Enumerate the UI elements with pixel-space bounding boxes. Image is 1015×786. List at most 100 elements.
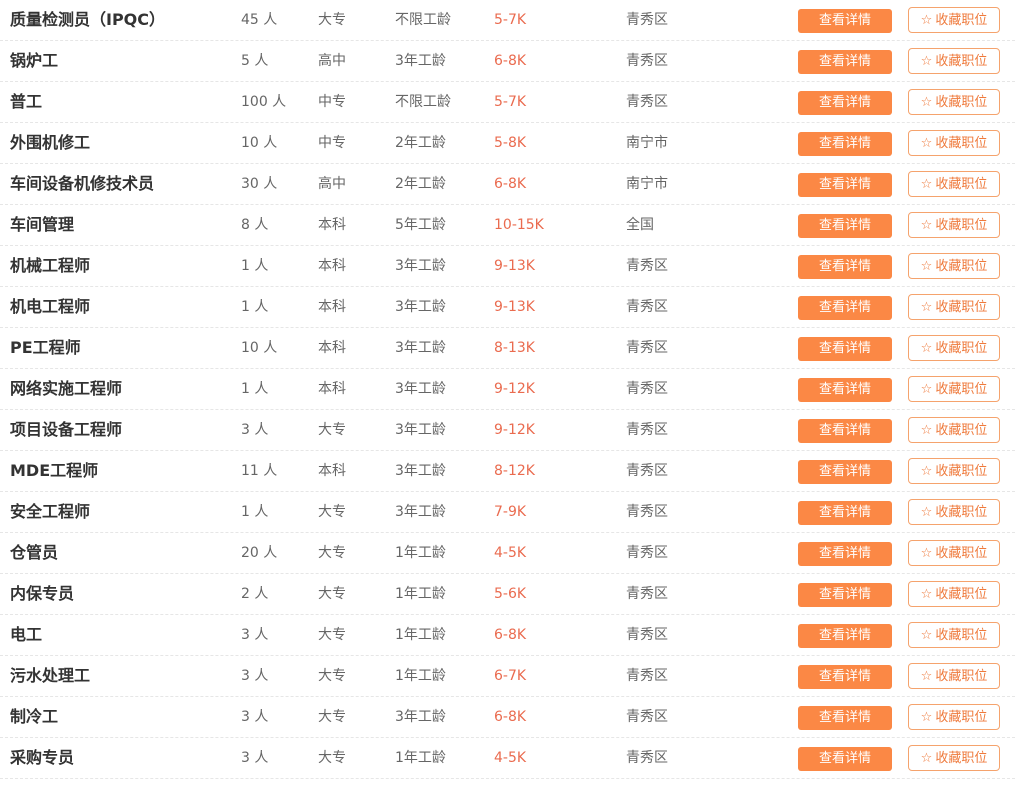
- headcount: 100 人: [241, 94, 287, 110]
- job-title[interactable]: 仓管员: [10, 533, 58, 573]
- job-row: 电工 3 人 大专 1年工龄 6-8K 青秀区 查看详情 ☆ 收藏职位: [0, 615, 1015, 656]
- job-title[interactable]: 机械工程师: [10, 246, 90, 286]
- job-title[interactable]: 网络实施工程师: [10, 369, 122, 409]
- experience-requirement: 3年工龄: [395, 340, 446, 356]
- view-details-button[interactable]: 查看详情: [798, 419, 892, 443]
- experience-requirement: 1年工龄: [395, 545, 446, 561]
- favorite-job-button[interactable]: ☆ 收藏职位: [908, 48, 1000, 74]
- favorite-job-button[interactable]: ☆ 收藏职位: [908, 171, 1000, 197]
- favorite-job-button[interactable]: ☆ 收藏职位: [908, 253, 1000, 279]
- favorite-job-button[interactable]: ☆ 收藏职位: [908, 663, 1000, 689]
- favorite-job-label: 收藏职位: [935, 546, 988, 561]
- job-title[interactable]: 项目设备工程师: [10, 410, 122, 450]
- favorite-job-button[interactable]: ☆ 收藏职位: [908, 499, 1000, 525]
- experience-requirement: 1年工龄: [395, 627, 446, 643]
- headcount: 3 人: [241, 668, 269, 684]
- view-details-button[interactable]: 查看详情: [798, 542, 892, 566]
- job-title[interactable]: MDE工程师: [10, 451, 98, 491]
- experience-requirement: 3年工龄: [395, 709, 446, 725]
- star-outline-icon: ☆: [920, 95, 933, 110]
- star-outline-icon: ☆: [920, 751, 933, 766]
- favorite-job-label: 收藏职位: [935, 464, 988, 479]
- view-details-button[interactable]: 查看详情: [798, 624, 892, 648]
- view-details-button[interactable]: 查看详情: [798, 501, 892, 525]
- salary-range: 8-12K: [494, 463, 535, 479]
- view-details-button[interactable]: 查看详情: [798, 296, 892, 320]
- work-location: 青秀区: [626, 299, 668, 315]
- favorite-job-button[interactable]: ☆ 收藏职位: [908, 745, 1000, 771]
- job-title[interactable]: 车间管理: [10, 205, 74, 245]
- salary-range: 6-8K: [494, 176, 527, 192]
- education-requirement: 大专: [318, 545, 346, 561]
- job-row: MDE工程师 11 人 本科 3年工龄 8-12K 青秀区 查看详情 ☆ 收藏职位: [0, 451, 1015, 492]
- job-title[interactable]: 锅炉工: [10, 41, 58, 81]
- favorite-job-label: 收藏职位: [935, 136, 988, 151]
- job-title[interactable]: 质量检测员（IPQC）: [10, 0, 165, 40]
- favorite-job-button[interactable]: ☆ 收藏职位: [908, 212, 1000, 238]
- favorite-job-button[interactable]: ☆ 收藏职位: [908, 622, 1000, 648]
- view-details-button[interactable]: 查看详情: [798, 173, 892, 197]
- education-requirement: 中专: [318, 94, 346, 110]
- favorite-job-button[interactable]: ☆ 收藏职位: [908, 7, 1000, 33]
- favorite-job-label: 收藏职位: [935, 95, 988, 110]
- salary-range: 6-8K: [494, 53, 527, 69]
- experience-requirement: 3年工龄: [395, 299, 446, 315]
- favorite-job-button[interactable]: ☆ 收藏职位: [908, 376, 1000, 402]
- headcount: 3 人: [241, 709, 269, 725]
- favorite-job-label: 收藏职位: [935, 669, 988, 684]
- job-title[interactable]: 安全工程师: [10, 492, 90, 532]
- job-row: 采购专员 3 人 大专 1年工龄 4-5K 青秀区 查看详情 ☆ 收藏职位: [0, 738, 1015, 779]
- work-location: 青秀区: [626, 422, 668, 438]
- job-title[interactable]: 车间设备机修技术员: [10, 164, 154, 204]
- view-details-button[interactable]: 查看详情: [798, 583, 892, 607]
- job-title[interactable]: 采购专员: [10, 738, 74, 778]
- job-title[interactable]: 电工: [10, 615, 42, 655]
- view-details-button[interactable]: 查看详情: [798, 706, 892, 730]
- education-requirement: 中专: [318, 135, 346, 151]
- job-title[interactable]: 制冷工: [10, 697, 58, 737]
- favorite-job-button[interactable]: ☆ 收藏职位: [908, 130, 1000, 156]
- headcount: 1 人: [241, 504, 269, 520]
- favorite-job-label: 收藏职位: [935, 751, 988, 766]
- headcount: 10 人: [241, 135, 278, 151]
- job-title[interactable]: 机电工程师: [10, 287, 90, 327]
- job-row: 安全工程师 1 人 大专 3年工龄 7-9K 青秀区 查看详情 ☆ 收藏职位: [0, 492, 1015, 533]
- view-details-button[interactable]: 查看详情: [798, 214, 892, 238]
- view-details-button[interactable]: 查看详情: [798, 9, 892, 33]
- view-details-button[interactable]: 查看详情: [798, 378, 892, 402]
- work-location: 南宁市: [626, 135, 668, 151]
- job-title[interactable]: PE工程师: [10, 328, 81, 368]
- view-details-button[interactable]: 查看详情: [798, 747, 892, 771]
- favorite-job-button[interactable]: ☆ 收藏职位: [908, 335, 1000, 361]
- favorite-job-button[interactable]: ☆ 收藏职位: [908, 89, 1000, 115]
- headcount: 30 人: [241, 176, 278, 192]
- job-title[interactable]: 普工: [10, 82, 42, 122]
- view-details-button[interactable]: 查看详情: [798, 50, 892, 74]
- view-details-button[interactable]: 查看详情: [798, 91, 892, 115]
- favorite-job-button[interactable]: ☆ 收藏职位: [908, 540, 1000, 566]
- job-title[interactable]: 污水处理工: [10, 656, 90, 696]
- work-location: 青秀区: [626, 504, 668, 520]
- education-requirement: 大专: [318, 750, 346, 766]
- favorite-job-button[interactable]: ☆ 收藏职位: [908, 704, 1000, 730]
- favorite-job-label: 收藏职位: [935, 341, 988, 356]
- favorite-job-button[interactable]: ☆ 收藏职位: [908, 294, 1000, 320]
- salary-range: 5-6K: [494, 586, 527, 602]
- job-row: 机电工程师 1 人 本科 3年工龄 9-13K 青秀区 查看详情 ☆ 收藏职位: [0, 287, 1015, 328]
- view-details-button[interactable]: 查看详情: [798, 132, 892, 156]
- favorite-job-button[interactable]: ☆ 收藏职位: [908, 581, 1000, 607]
- view-details-button[interactable]: 查看详情: [798, 665, 892, 689]
- favorite-job-button[interactable]: ☆ 收藏职位: [908, 458, 1000, 484]
- job-title[interactable]: 外围机修工: [10, 123, 90, 163]
- job-row: 锅炉工 5 人 高中 3年工龄 6-8K 青秀区 查看详情 ☆ 收藏职位: [0, 41, 1015, 82]
- view-details-button[interactable]: 查看详情: [798, 337, 892, 361]
- experience-requirement: 3年工龄: [395, 422, 446, 438]
- favorite-job-button[interactable]: ☆ 收藏职位: [908, 417, 1000, 443]
- work-location: 青秀区: [626, 750, 668, 766]
- experience-requirement: 3年工龄: [395, 258, 446, 274]
- view-details-button[interactable]: 查看详情: [798, 255, 892, 279]
- headcount: 2 人: [241, 586, 269, 602]
- view-details-button[interactable]: 查看详情: [798, 460, 892, 484]
- star-outline-icon: ☆: [920, 136, 933, 151]
- job-title[interactable]: 内保专员: [10, 574, 74, 614]
